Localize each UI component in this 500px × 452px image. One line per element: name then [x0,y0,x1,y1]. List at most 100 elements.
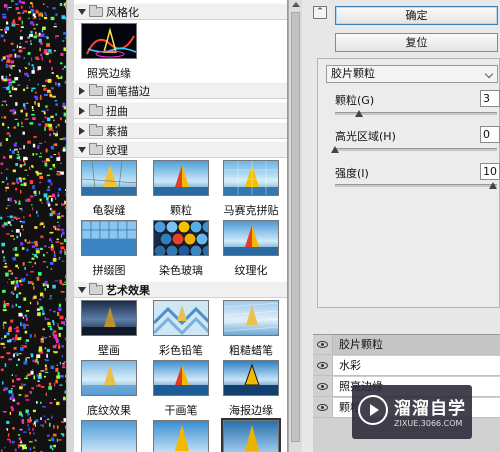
thumb-label: 纹理化 [234,264,268,277]
watermark-subtitle: ZIXUE.3066.COM [394,419,463,428]
thumb-label: 底纹效果 [87,404,131,417]
thumb-colored-pencil[interactable]: 彩色铅笔 [150,300,212,358]
thumb-image [81,360,137,396]
canvas-divider [66,0,74,452]
intensity-slider[interactable] [335,184,497,187]
scrollbar-thumb[interactable] [291,12,300,442]
thumb-partial-1[interactable] [78,420,140,452]
thumb-image [223,220,279,256]
thumb-image [223,360,279,396]
thumb-poster-edges[interactable]: 海报边缘 [220,360,282,418]
chevron-down-icon [484,69,494,79]
thumb-image [153,300,209,336]
grain-slider-thumb[interactable] [354,110,363,117]
eye-icon [317,404,328,411]
thumb-label: 龟裂缝 [92,204,126,217]
scroll-up-icon[interactable] [292,2,300,7]
visibility-toggle[interactable] [313,356,333,375]
folder-icon [89,4,103,17]
folder-icon [89,123,103,136]
category-texture[interactable]: 纹理 [74,141,287,158]
watermark: 溜溜自学 ZIXUE.3066.COM [352,385,472,439]
thumb-craquelure[interactable]: 龟裂缝 [78,160,140,218]
canvas-preview [0,0,66,452]
thumb-patchwork[interactable]: 拼缀图 [78,220,140,278]
canvas-noise [0,0,66,452]
thumb-partial-2[interactable] [150,420,212,452]
visibility-toggle[interactable] [313,377,333,396]
effect-layer-name: 水彩 [333,356,500,375]
thumb-grain[interactable]: 颗粒 [150,160,212,218]
eye-icon [317,341,328,348]
expand-arrow-icon [78,286,86,293]
thumb-label: 拼缀图 [92,264,126,277]
intensity-input[interactable]: 10 [480,163,500,180]
thumb-rough-pastels[interactable]: 粗糙蜡笔 [220,300,282,358]
category-brush-strokes[interactable]: 画笔描边 [74,82,287,99]
thumb-image [223,300,279,336]
thumb-stained-glass[interactable]: 染色玻璃 [150,220,212,278]
thumb-image [153,420,209,452]
category-label: 扭曲 [106,104,128,118]
collapse-arrow-icon [79,106,85,115]
gallery-scrollbar[interactable] [288,0,302,452]
folder-icon [89,282,103,295]
effect-layer-row[interactable]: 水彩 [313,356,500,376]
thumb-glowing-edges[interactable]: 照亮边缘 [78,23,140,81]
effect-layer-row[interactable]: 胶片颗粒 [313,335,500,355]
folder-icon [89,103,103,116]
category-sketch[interactable]: 素描 [74,122,287,139]
visibility-toggle[interactable] [313,335,333,354]
category-label: 风格化 [106,5,139,19]
folder-icon [89,83,103,96]
category-label: 艺术效果 [106,283,150,297]
highlight-area-input[interactable]: 0 [480,126,500,143]
thumb-label: 干画笔 [164,404,198,417]
play-logo-icon [358,395,388,425]
thumb-image [81,300,137,336]
thumb-label: 海报边缘 [229,404,273,417]
thumb-texturizer[interactable]: 纹理化 [220,220,282,278]
category-stylize[interactable]: 风格化 [74,3,287,20]
collapse-arrow-icon [79,126,85,135]
thumb-underpainting[interactable]: 底纹效果 [78,360,140,418]
filter-select-value: 胶片颗粒 [331,67,375,80]
category-label: 素描 [106,124,128,138]
thumb-image [81,220,137,256]
thumb-mosaic-tiles[interactable]: 马赛克拼贴 [220,160,282,218]
thumb-label: 染色玻璃 [159,264,203,277]
category-label: 画笔描边 [106,84,150,98]
highlight-area-slider-thumb[interactable] [331,146,339,153]
thumb-label: 马赛克拼贴 [223,204,279,217]
filter-select[interactable]: 胶片颗粒 [326,65,498,83]
thumb-image [81,420,137,452]
thumb-image [223,160,279,196]
expand-arrow-icon [78,146,86,153]
collapse-gallery-button[interactable]: ⌃ [313,6,327,19]
highlight-area-slider[interactable] [335,148,497,151]
thumb-label: 彩色铅笔 [159,344,203,357]
category-distort[interactable]: 扭曲 [74,102,287,119]
thumb-fresco[interactable]: 壁画 [78,300,140,358]
category-artistic[interactable]: 艺术效果 [74,281,287,298]
reset-button[interactable]: 复位 [335,33,498,52]
intensity-slider-thumb[interactable] [489,182,497,189]
ok-button[interactable]: 确定 [335,6,498,25]
thumb-dry-brush[interactable]: 干画笔 [150,360,212,418]
thumb-image [221,418,281,452]
thumb-label: 粗糙蜡笔 [229,344,273,357]
filter-gallery: 风格化 照亮边缘 画笔描边 扭曲 素描 纹理 龟裂缝 颗粒 马赛克拼贴 拼缀图 … [74,0,288,452]
thumb-image [153,160,209,196]
thumb-label: 照亮边缘 [87,67,131,80]
thumb-image [153,220,209,256]
watermark-title: 溜溜自学 [394,399,466,419]
grain-input[interactable]: 3 [480,90,500,107]
highlight-area-label: 高光区域(H) [335,130,396,143]
thumb-image [81,23,137,59]
visibility-toggle[interactable] [313,398,333,417]
eye-icon [317,383,328,390]
thumb-watercolor-selected[interactable] [220,418,282,452]
intensity-label: 强度(I) [335,167,369,180]
thumb-image [81,160,137,196]
expand-arrow-icon [78,8,86,15]
